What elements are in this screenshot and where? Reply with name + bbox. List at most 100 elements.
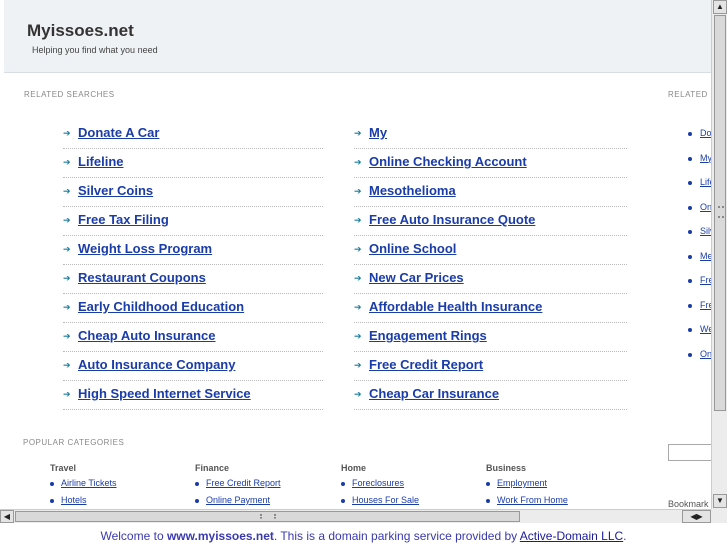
related-search-link[interactable]: Cheap Auto Insurance	[78, 328, 215, 343]
related-search-link[interactable]: Silver Coins	[78, 183, 153, 198]
sidebar-link-label: On	[700, 201, 711, 212]
related-search-link[interactable]: Affordable Health Insurance	[369, 299, 542, 314]
related-search-item[interactable]: ➔ Engagement Rings	[354, 323, 627, 352]
related-search-link[interactable]: Online School	[369, 241, 456, 256]
category-link[interactable]: Online Payment	[195, 495, 335, 509]
sidebar-link-label: My	[700, 152, 711, 163]
related-search-link[interactable]: Free Credit Report	[369, 357, 483, 372]
bookmark-link[interactable]: Bookmark	[668, 499, 709, 509]
related-search-link[interactable]: Free Auto Insurance Quote	[369, 212, 535, 227]
sidebar-link[interactable]: On	[688, 349, 711, 359]
sidebar-link[interactable]: Fre	[688, 300, 711, 310]
related-search-link[interactable]: My	[369, 125, 387, 140]
category-link[interactable]: Houses For Sale	[341, 495, 481, 509]
related-search-link[interactable]: New Car Prices	[369, 270, 464, 285]
scroll-grip-icon	[260, 514, 276, 519]
site-tagline: Helping you find what you need	[32, 45, 158, 55]
related-search-link[interactable]: Lifeline	[78, 154, 124, 169]
category-link[interactable]: Hotels	[50, 495, 190, 509]
arrow-right-icon: ➔	[354, 186, 362, 196]
related-search-link[interactable]: Early Childhood Education	[78, 299, 244, 314]
related-search-item[interactable]: ➔ Early Childhood Education	[63, 294, 323, 323]
horizontal-scrollbar[interactable]: ◀ ◀▶	[0, 509, 711, 523]
sidebar-heading: RELATED	[668, 90, 708, 99]
related-search-link[interactable]: High Speed Internet Service	[78, 386, 251, 401]
related-search-item[interactable]: ➔ Auto Insurance Company	[63, 352, 323, 381]
provider-link[interactable]: Active-Domain LLC	[520, 529, 623, 543]
scroll-down-icon[interactable]: ▼	[713, 494, 727, 508]
related-search-item[interactable]: ➔ New Car Prices	[354, 265, 627, 294]
sidebar-link[interactable]: Silv	[688, 226, 711, 236]
scroll-up-icon[interactable]: ▲	[713, 0, 727, 14]
related-search-item[interactable]: ➔ Weight Loss Program	[63, 236, 323, 265]
arrow-right-icon: ➔	[354, 244, 362, 254]
vertical-scroll-thumb[interactable]	[714, 15, 726, 411]
arrow-right-icon: ➔	[63, 186, 71, 196]
sidebar-link[interactable]: Life	[688, 177, 711, 187]
sidebar-link-label: Fre	[700, 299, 711, 310]
arrow-right-icon: ➔	[63, 128, 71, 138]
related-search-link[interactable]: Free Tax Filing	[78, 212, 169, 227]
related-search-link[interactable]: Online Checking Account	[369, 154, 527, 169]
related-search-item[interactable]: ➔ Lifeline	[63, 149, 323, 178]
related-search-item[interactable]: ➔ Online Checking Account	[354, 149, 627, 178]
sidebar-link[interactable]: We	[688, 324, 711, 334]
related-search-item[interactable]: ➔ Cheap Car Insurance	[354, 381, 627, 410]
horizontal-scroll-thumb[interactable]	[15, 511, 520, 522]
sidebar-link[interactable]: Fre	[688, 275, 711, 285]
related-search-item[interactable]: ➔ Affordable Health Insurance	[354, 294, 627, 323]
related-search-item[interactable]: ➔ Free Tax Filing	[63, 207, 323, 236]
sidebar-link-label: Life	[700, 177, 711, 187]
arrow-right-icon: ➔	[63, 244, 71, 254]
footer-suffix: .	[623, 529, 627, 543]
arrow-right-icon: ➔	[354, 128, 362, 138]
sidebar-link-label: On	[700, 348, 711, 359]
arrow-right-icon: ➔	[354, 273, 362, 283]
category-title: Home	[341, 463, 367, 473]
parking-footer: Welcome to www.myissoes.net. This is a d…	[0, 523, 727, 545]
related-search-link[interactable]: Mesothelioma	[369, 183, 456, 198]
category-title: Finance	[195, 463, 230, 473]
related-search-link[interactable]: Engagement Rings	[369, 328, 487, 343]
related-search-item[interactable]: ➔ Online School	[354, 236, 627, 265]
related-search-link[interactable]: Auto Insurance Company	[78, 357, 235, 372]
category-link[interactable]: Employment	[486, 478, 626, 495]
category-link[interactable]: Free Credit Report	[195, 478, 335, 495]
related-searches-heading: RELATED SEARCHES	[24, 90, 115, 99]
related-search-item[interactable]: ➔ Silver Coins	[63, 178, 323, 207]
related-search-item[interactable]: ➔ Free Credit Report	[354, 352, 627, 381]
sidebar-link[interactable]: Me	[688, 251, 711, 261]
arrow-right-icon: ➔	[63, 273, 71, 283]
arrow-right-icon: ➔	[63, 157, 71, 167]
vertical-scrollbar[interactable]: ▲ ▼	[711, 0, 727, 509]
category-link[interactable]: Foreclosures	[341, 478, 481, 495]
related-search-item[interactable]: ➔ My	[354, 120, 627, 149]
related-search-item[interactable]: ➔ Cheap Auto Insurance	[63, 323, 323, 352]
related-search-item[interactable]: ➔ Donate A Car	[63, 120, 323, 149]
related-search-item[interactable]: ➔ Free Auto Insurance Quote	[354, 207, 627, 236]
related-search-item[interactable]: ➔ Restaurant Coupons	[63, 265, 323, 294]
sidebar-search-input[interactable]	[668, 444, 711, 461]
footer-prefix: Welcome to	[100, 529, 167, 543]
arrow-right-icon: ➔	[354, 157, 362, 167]
category-link[interactable]: Work From Home	[486, 495, 626, 509]
scroll-right-icon[interactable]: ◀▶	[682, 510, 711, 523]
sidebar-link[interactable]: On	[688, 202, 711, 212]
arrow-right-icon: ➔	[63, 331, 71, 341]
related-search-link[interactable]: Restaurant Coupons	[78, 270, 206, 285]
category-link[interactable]: Airline Tickets	[50, 478, 190, 495]
related-search-item[interactable]: ➔ Mesothelioma	[354, 178, 627, 207]
arrow-right-icon: ➔	[63, 302, 71, 312]
scrollbar-corner	[711, 509, 727, 523]
scroll-left-icon[interactable]: ◀	[0, 510, 14, 523]
category-title: Business	[486, 463, 527, 473]
sidebar-link[interactable]: Do	[688, 128, 711, 138]
site-title: Myissoes.net	[27, 21, 134, 40]
related-search-item[interactable]: ➔ High Speed Internet Service	[63, 381, 323, 410]
sidebar-link[interactable]: My	[688, 153, 711, 163]
footer-domain: www.myissoes.net	[166, 529, 274, 543]
sidebar-link-label: Silv	[700, 226, 711, 236]
related-search-link[interactable]: Cheap Car Insurance	[369, 386, 499, 401]
related-search-link[interactable]: Donate A Car	[78, 125, 159, 140]
related-search-link[interactable]: Weight Loss Program	[78, 241, 212, 256]
